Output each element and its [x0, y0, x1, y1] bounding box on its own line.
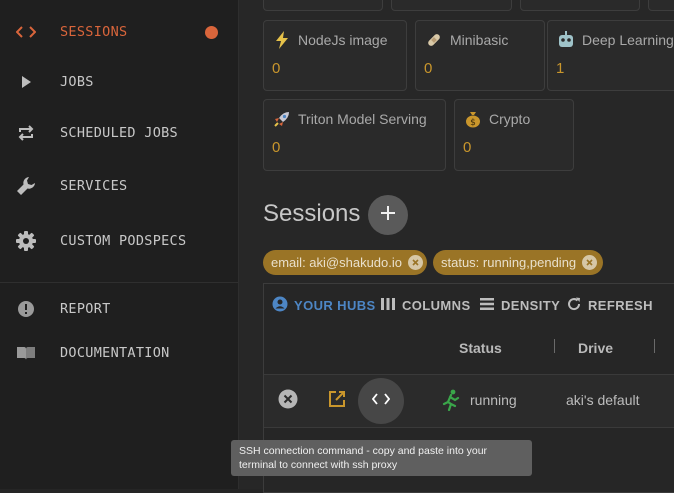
- card-title: NodeJs image: [298, 32, 388, 48]
- card-minibasic[interactable]: Minibasic 0: [415, 20, 545, 91]
- your-hubs-button[interactable]: YOUR HUBS: [272, 295, 376, 315]
- svg-text:$: $: [470, 118, 476, 128]
- card-title: Crypto: [489, 111, 531, 127]
- sidebar-item-label: SERVICES: [60, 178, 128, 194]
- card-count: 1: [556, 60, 565, 77]
- chip-label: status: running,pending: [441, 255, 577, 270]
- density-label: DENSITY: [501, 297, 561, 313]
- chip-label: email: aki@shakudo.io: [271, 255, 402, 270]
- main-content: NodeJs image 0 Minibasic 0 Deep Learning…: [239, 0, 674, 493]
- card-deep-learning[interactable]: Deep Learning 1: [547, 20, 674, 91]
- column-separator[interactable]: [554, 339, 555, 353]
- sidebar-item-label: CUSTOM PODSPECS: [60, 233, 187, 249]
- sidebar-item-report[interactable]: REPORT: [0, 289, 238, 329]
- bandage-icon: [424, 30, 444, 50]
- columns-button[interactable]: COLUMNS: [380, 295, 471, 315]
- sidebar-divider: [0, 282, 238, 283]
- filter-chip-email: email: aki@shakudo.io: [263, 250, 427, 275]
- columns-icon: [380, 297, 396, 314]
- card-count: 0: [463, 139, 472, 156]
- column-separator[interactable]: [654, 339, 655, 353]
- play-icon: [14, 70, 38, 94]
- sidebar-item-services[interactable]: SERVICES: [0, 166, 238, 206]
- sidebar-item-documentation[interactable]: DOCUMENTATION: [0, 333, 238, 373]
- refresh-label: REFRESH: [588, 297, 653, 313]
- sidebar: SESSIONS JOBS SCHEDULED JOBS SERVICES CU…: [0, 0, 239, 489]
- card-triton-model-serving[interactable]: Triton Model Serving 0: [263, 99, 446, 171]
- code-icon: [14, 20, 38, 44]
- column-header-drive[interactable]: Drive: [578, 340, 613, 356]
- page-title: Sessions: [263, 200, 361, 227]
- money-bag-icon: $: [463, 109, 483, 129]
- columns-label: COLUMNS: [402, 297, 471, 313]
- card-crypto[interactable]: $ Crypto 0: [454, 99, 574, 171]
- close-icon[interactable]: [582, 255, 598, 270]
- sidebar-item-label: DOCUMENTATION: [60, 345, 170, 361]
- ssh-command-button[interactable]: [358, 378, 404, 424]
- open-session-button[interactable]: [327, 390, 347, 413]
- session-type-card[interactable]: [520, 0, 640, 11]
- plus-icon: [380, 205, 396, 226]
- sidebar-item-label: REPORT: [60, 301, 111, 317]
- session-type-card[interactable]: [648, 0, 674, 11]
- sidebar-item-jobs[interactable]: JOBS: [0, 62, 238, 102]
- card-count: 0: [272, 60, 281, 77]
- drive-text: aki's default: [566, 392, 640, 408]
- table-row[interactable]: running aki's default: [264, 375, 674, 428]
- column-header-status[interactable]: Status: [459, 340, 502, 356]
- sidebar-item-scheduled-jobs[interactable]: SCHEDULED JOBS: [0, 113, 238, 153]
- sidebar-item-custom-podspecs[interactable]: CUSTOM PODSPECS: [0, 221, 238, 261]
- card-title: Triton Model Serving: [298, 111, 427, 127]
- repeat-icon: [14, 121, 38, 145]
- sidebar-item-label: SESSIONS: [60, 24, 128, 40]
- alert-circle-icon: [14, 297, 38, 321]
- running-person-icon: [442, 389, 460, 416]
- filter-chip-status: status: running,pending: [433, 250, 603, 275]
- close-icon[interactable]: [407, 255, 423, 270]
- status-text: running: [470, 392, 517, 408]
- refresh-icon: [566, 296, 582, 315]
- session-type-card[interactable]: [263, 0, 383, 11]
- sidebar-item-label: JOBS: [60, 74, 94, 90]
- your-hubs-label: YOUR HUBS: [294, 297, 376, 313]
- stop-session-button[interactable]: [278, 389, 298, 414]
- robot-icon: [556, 30, 576, 50]
- open-in-new-icon: [328, 390, 346, 413]
- density-button[interactable]: DENSITY: [479, 295, 560, 315]
- status-dot: [205, 25, 218, 39]
- wrench-icon: [14, 174, 38, 198]
- gear-icon: [14, 229, 38, 253]
- ssh-tooltip: SSH connection command - copy and paste …: [231, 440, 532, 476]
- sidebar-item-label: SCHEDULED JOBS: [60, 125, 178, 141]
- book-icon: [14, 341, 38, 365]
- density-icon: [479, 297, 495, 314]
- card-title: Deep Learning: [582, 32, 674, 48]
- cancel-circle-icon: [278, 389, 298, 414]
- account-circle-icon: [272, 296, 288, 315]
- lightning-icon: [272, 30, 292, 50]
- add-session-button[interactable]: [368, 195, 408, 235]
- code-icon: [371, 392, 391, 410]
- sidebar-item-sessions[interactable]: SESSIONS: [0, 12, 238, 52]
- card-nodejs-image[interactable]: NodeJs image 0: [263, 20, 407, 91]
- card-title: Minibasic: [450, 32, 509, 48]
- rocket-icon: [272, 109, 292, 129]
- session-type-card[interactable]: [391, 0, 512, 11]
- card-count: 0: [424, 60, 433, 77]
- card-count: 0: [272, 139, 281, 156]
- refresh-button[interactable]: REFRESH: [566, 295, 653, 315]
